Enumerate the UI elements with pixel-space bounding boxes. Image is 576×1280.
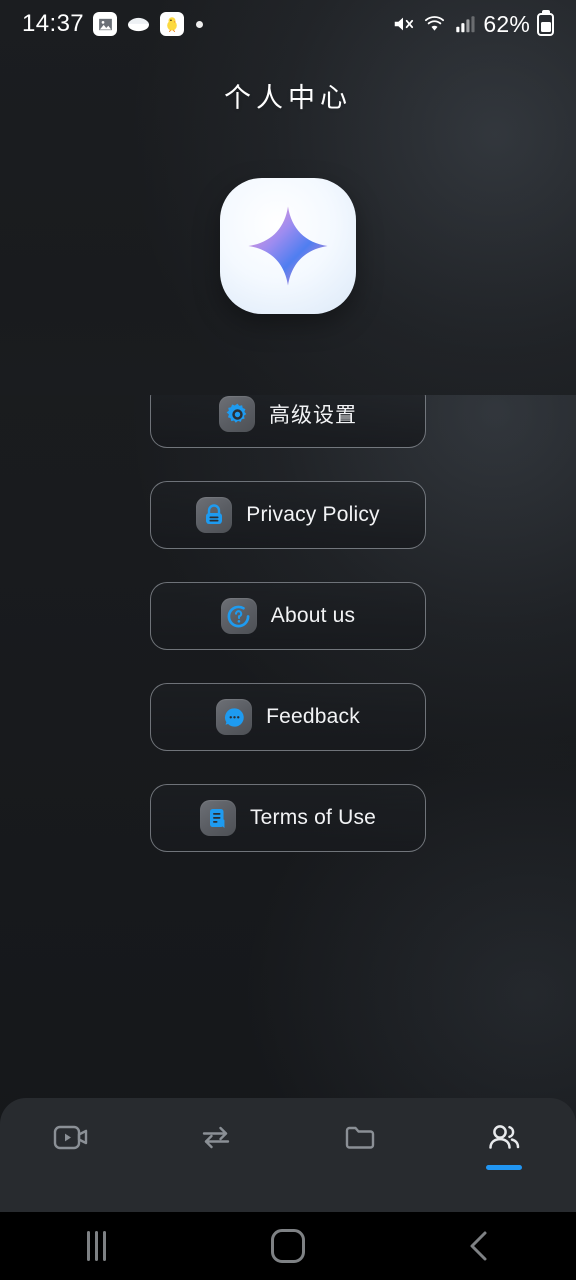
menu-item-label: Privacy Policy <box>246 503 380 526</box>
menu-item-label: About us <box>270 604 356 627</box>
wifi-icon <box>425 16 445 31</box>
app-container: 个人中心 高级设置 Privacy Policy About us Feedba… <box>0 0 576 1212</box>
chick-emoji-icon <box>160 12 185 36</box>
tab-underline <box>198 1165 234 1170</box>
menu-item-about-us[interactable]: About us <box>150 582 426 650</box>
menu-item-terms-of-use[interactable]: Terms of Use <box>150 784 426 852</box>
back-chevron-icon <box>470 1231 487 1261</box>
tab-underline-active <box>486 1165 522 1170</box>
gear-icon <box>219 396 255 432</box>
signal-bars-icon <box>456 16 475 33</box>
document-icon <box>199 800 236 836</box>
status-bar-left: 14:37 <box>22 10 204 38</box>
logo-tile <box>220 178 356 314</box>
phone-screen: 个人中心 高级设置 Privacy Policy About us Feedba… <box>0 0 576 1280</box>
settings-menu: 高级设置 Privacy Policy About us Feedback Te… <box>0 380 576 852</box>
status-clock: 14:37 <box>22 10 85 37</box>
users-icon <box>489 1125 520 1149</box>
nav-home[interactable] <box>228 1212 348 1280</box>
status-bar-right: 62% <box>391 11 554 38</box>
nav-recents[interactable] <box>36 1212 156 1280</box>
dot-indicator <box>196 20 204 28</box>
tab-underline <box>54 1165 90 1170</box>
menu-item-label: Terms of Use <box>249 806 377 829</box>
battery-icon <box>537 12 554 36</box>
menu-item-label: 高级设置 <box>269 404 357 427</box>
transfer-arrows-icon <box>202 1126 230 1149</box>
tab-video[interactable] <box>17 1118 127 1170</box>
bottom-tab-bar <box>0 1098 576 1212</box>
battery-percent: 62% <box>483 10 530 37</box>
menu-item-advanced-settings[interactable]: 高级设置 <box>150 380 426 448</box>
chat-bubble-icon <box>216 699 253 735</box>
menu-item-privacy-policy[interactable]: Privacy Policy <box>150 481 426 549</box>
recents-icon <box>86 1231 106 1261</box>
image-icon <box>93 12 118 36</box>
mute-icon <box>395 17 414 31</box>
app-logo <box>220 178 356 314</box>
tab-files[interactable] <box>305 1118 415 1170</box>
question-circle-icon <box>220 598 257 634</box>
ellipse-icon <box>128 17 150 32</box>
android-nav-bar <box>0 1212 576 1280</box>
page-title: 个人中心 <box>224 83 352 113</box>
menu-item-feedback[interactable]: Feedback <box>150 683 426 751</box>
status-bar: 14:37 62% <box>0 0 576 48</box>
lock-icon <box>196 497 233 533</box>
tab-profile[interactable] <box>449 1118 559 1170</box>
menu-item-label: Feedback <box>266 705 360 728</box>
folder-icon <box>345 1126 375 1149</box>
tab-underline <box>342 1165 378 1170</box>
tab-transfer[interactable] <box>161 1118 271 1170</box>
nav-back[interactable] <box>420 1212 540 1280</box>
sparkle-star-icon <box>248 206 328 286</box>
video-camera-icon <box>53 1125 88 1150</box>
home-icon <box>271 1229 305 1263</box>
